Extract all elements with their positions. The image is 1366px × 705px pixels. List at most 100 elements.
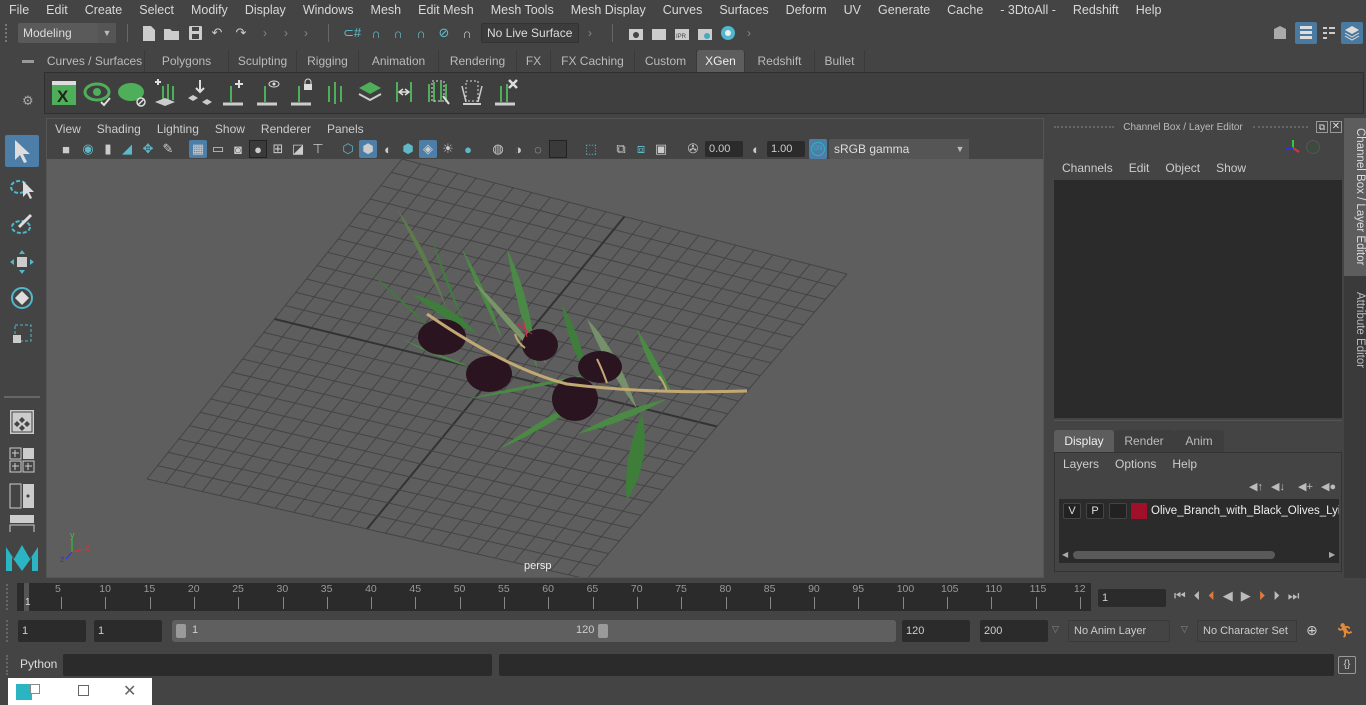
menu-cache[interactable]: Cache: [938, 3, 991, 17]
menu-windows[interactable]: Windows: [294, 3, 362, 17]
drag-handle[interactable]: [6, 620, 8, 642]
clear-preview-icon[interactable]: [117, 78, 147, 108]
redo-icon[interactable]: ↷: [232, 24, 250, 42]
mode-selector[interactable]: Modeling ▼: [18, 23, 116, 43]
render-view-icon[interactable]: [627, 24, 645, 42]
select-tool-icon[interactable]: [5, 135, 39, 167]
lock-guide-icon[interactable]: [287, 78, 317, 108]
menu-deform[interactable]: Deform: [777, 3, 835, 17]
channel-box-menu-edit[interactable]: Edit: [1121, 161, 1158, 175]
scroll-right-icon[interactable]: ▶: [1329, 550, 1335, 559]
shelf-tab-fx[interactable]: FX: [517, 50, 551, 72]
grease-pencil-icon[interactable]: ✎: [159, 140, 177, 158]
color-space-dropdown[interactable]: sRGB gamma ▼: [829, 139, 969, 159]
shelf-tab-xgen[interactable]: XGen: [697, 50, 745, 72]
menu-mesh[interactable]: Mesh: [362, 3, 410, 17]
move-layer-up-icon[interactable]: ◀↑: [1249, 480, 1263, 493]
gamma-icon[interactable]: ◐: [747, 140, 765, 158]
motion-blur-icon[interactable]: ◍: [489, 140, 507, 158]
step-back-key-icon[interactable]: ⏴: [1208, 588, 1215, 604]
drag-handle[interactable]: [6, 584, 8, 610]
menu-select[interactable]: Select: [130, 3, 182, 17]
drag-handle[interactable]: [5, 24, 8, 42]
shelf-settings-gear-icon[interactable]: ⚙: [22, 93, 34, 109]
collapse-arrow[interactable]: ›: [747, 24, 755, 42]
shelf-tab-custom[interactable]: Custom: [635, 50, 697, 72]
new-empty-layer-icon[interactable]: ◀+: [1298, 480, 1313, 493]
drag-handle[interactable]: [6, 655, 8, 675]
scale-tool-icon[interactable]: [5, 318, 39, 350]
snap-to-view-plane-icon[interactable]: ∩: [412, 24, 430, 42]
camera-select-icon[interactable]: ■: [57, 140, 75, 158]
speed-icon[interactable]: [1306, 140, 1320, 154]
modeling-toolkit-icon[interactable]: [1271, 24, 1289, 42]
single-perspective-layout-icon[interactable]: [5, 406, 39, 438]
live-surface-field[interactable]: No Live Surface: [481, 23, 579, 43]
isolate-select-icon[interactable]: [549, 140, 567, 158]
minimized-window[interactable]: ✕: [8, 678, 152, 705]
field-chart-icon[interactable]: ⊞: [269, 140, 287, 158]
menu-edit[interactable]: Edit: [37, 3, 76, 17]
lasso-tool-icon[interactable]: [5, 172, 39, 204]
maximize-icon[interactable]: [78, 685, 89, 696]
layer-tab-anim[interactable]: Anim: [1174, 430, 1224, 452]
animation-end-field[interactable]: 200: [980, 620, 1048, 642]
exposure-field[interactable]: 0.00: [705, 141, 743, 157]
go-to-end-icon[interactable]: ⏭: [1288, 588, 1300, 604]
menu-uv[interactable]: UV: [835, 3, 869, 17]
script-language-label[interactable]: Python: [20, 657, 57, 671]
channel-box-menu-channels[interactable]: Channels: [1054, 161, 1121, 175]
safe-title-icon[interactable]: ⊤: [309, 140, 327, 158]
groom-editor-icon[interactable]: [457, 78, 487, 108]
shadows-icon[interactable]: ☀: [439, 140, 457, 158]
xray-active-icon[interactable]: ⧈: [632, 140, 650, 158]
shelf-tab-rigging[interactable]: Rigging: [297, 50, 359, 72]
animation-preferences-icon[interactable]: 🏃︎: [1336, 622, 1354, 639]
save-scene-icon[interactable]: [186, 24, 204, 42]
side-tab-attribute-editor[interactable]: Attribute Editor: [1344, 280, 1366, 380]
xgen-editor-icon[interactable]: X: [50, 78, 80, 108]
playback-start-field[interactable]: 1: [94, 620, 162, 642]
layer-color-swatch[interactable]: [1131, 503, 1147, 519]
viewport-menu-lighting[interactable]: Lighting: [149, 122, 207, 136]
gate-mask-icon[interactable]: ●: [249, 140, 267, 158]
hypershade-icon[interactable]: [719, 24, 737, 42]
range-end-handle[interactable]: [598, 624, 608, 638]
xray-joints-icon[interactable]: ⧉: [612, 140, 630, 158]
playback-end-field[interactable]: 120: [902, 620, 970, 642]
grid-toggle-icon[interactable]: ▦: [189, 140, 207, 158]
attribute-editor-toggle-icon[interactable]: [1295, 22, 1317, 44]
open-scene-icon[interactable]: [163, 24, 181, 42]
close-icon[interactable]: ✕: [123, 681, 136, 701]
paint-select-tool-icon[interactable]: [5, 208, 39, 240]
channel-box-menu-object[interactable]: Object: [1157, 161, 1208, 175]
viewport-menu-shading[interactable]: Shading: [89, 122, 149, 136]
xray-icon[interactable]: ⬚: [582, 140, 600, 158]
color-management-toggle[interactable]: ON: [809, 139, 827, 159]
make-live-icon[interactable]: ⊘: [435, 24, 453, 42]
film-gate-icon[interactable]: ▭: [209, 140, 227, 158]
move-layer-down-icon[interactable]: ◀↓: [1271, 480, 1285, 493]
snap-to-surface-icon[interactable]: ∩: [458, 24, 476, 42]
tool-settings-icon[interactable]: [1320, 24, 1338, 42]
preview-icon[interactable]: [83, 78, 113, 108]
menu-edit-mesh[interactable]: Edit Mesh: [409, 3, 482, 17]
manipulator-icon[interactable]: [1284, 138, 1302, 159]
3d-viewport[interactable]: y x z persp: [47, 159, 1043, 577]
four-view-layout-icon[interactable]: [5, 444, 39, 476]
animation-start-field[interactable]: 1: [18, 620, 86, 642]
timeline-track[interactable]: 1 5 10 15 20 25 30 35 40 45 50 55 60 65 70 75 80 85 90 95 1…: [17, 583, 1091, 611]
camera-attributes-icon[interactable]: ◉: [79, 140, 97, 158]
snap-to-curve-icon[interactable]: ∩: [367, 24, 385, 42]
viewport-menu-renderer[interactable]: Renderer: [253, 122, 319, 136]
image-display-icon[interactable]: ▣: [652, 140, 670, 158]
select-guides-icon[interactable]: [321, 78, 351, 108]
anim-layer-dropdown[interactable]: No Anim Layer: [1068, 620, 1170, 642]
add-guides-icon[interactable]: [151, 78, 181, 108]
auto-key-icon[interactable]: ⊕: [1306, 622, 1318, 639]
menu-surfaces[interactable]: Surfaces: [710, 3, 776, 17]
wireframe-icon[interactable]: ⬡: [339, 140, 357, 158]
collapse-arrow[interactable]: ›: [588, 24, 596, 42]
menu-curves[interactable]: Curves: [654, 3, 711, 17]
ipr-render-icon[interactable]: IPR: [673, 24, 691, 42]
